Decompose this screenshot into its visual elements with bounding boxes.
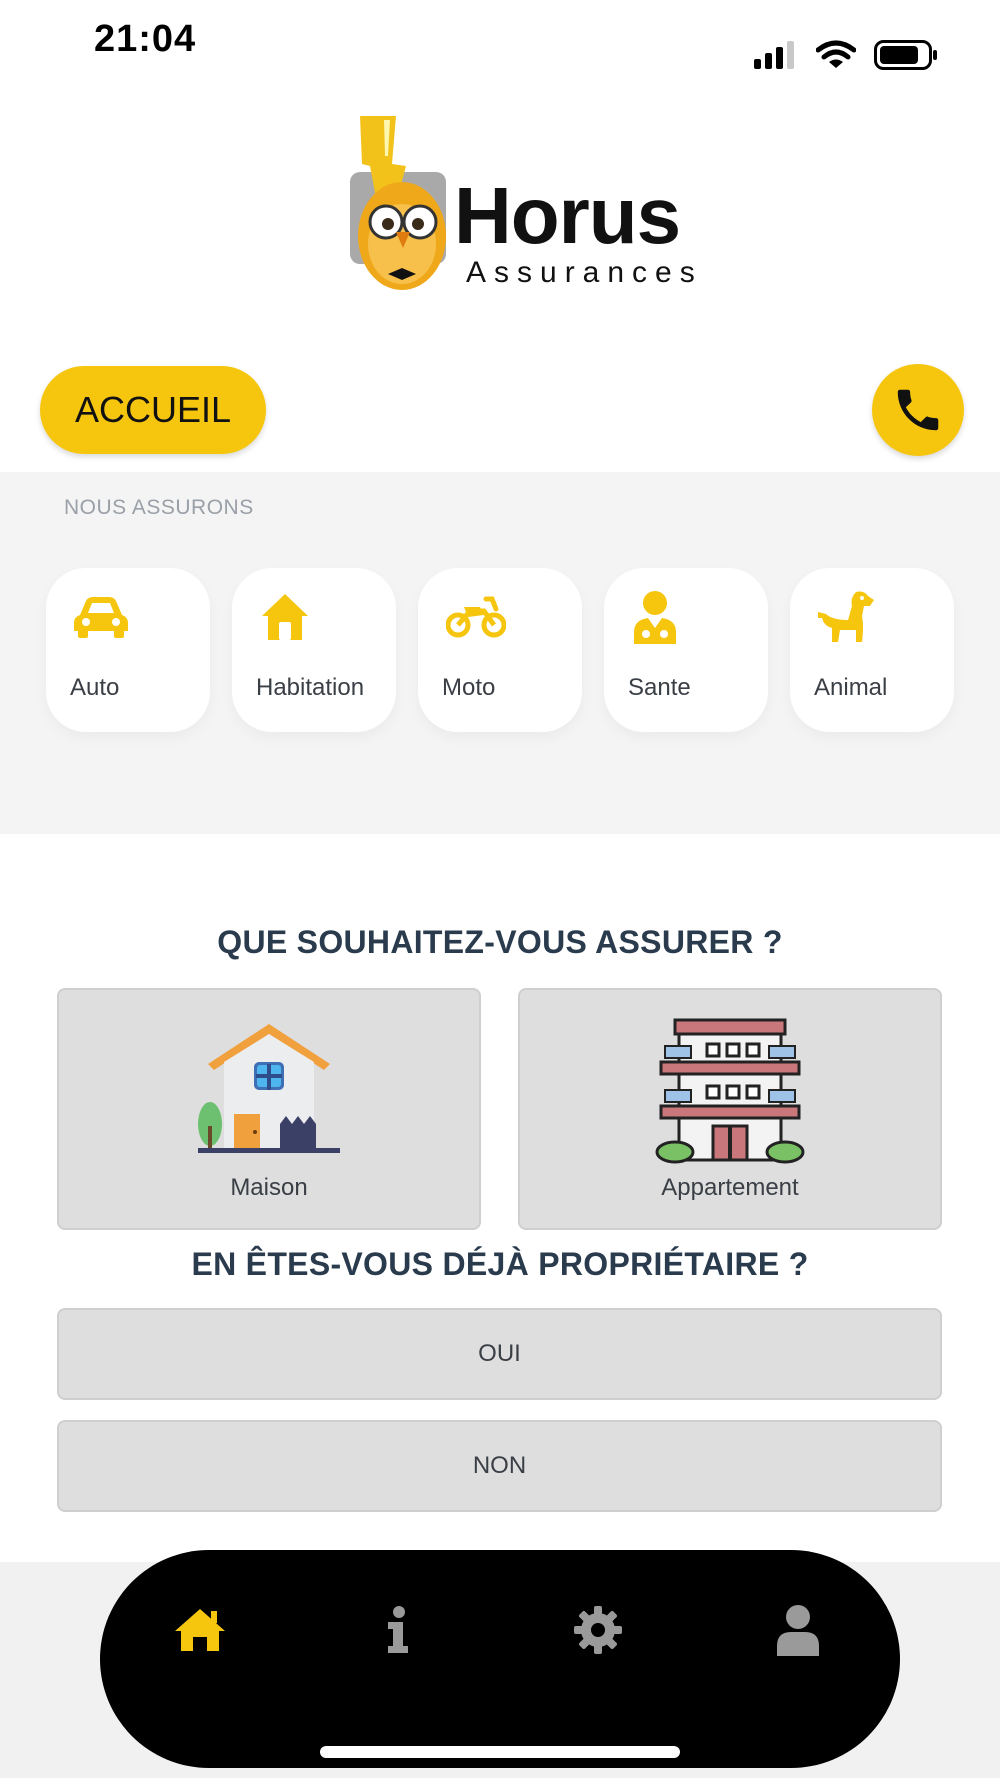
category-label: Moto: [442, 674, 496, 701]
status-time: 21:04: [94, 18, 197, 60]
bottom-navigation: [100, 1550, 900, 1768]
category-animal[interactable]: Animal: [790, 568, 954, 732]
phone-icon: [897, 389, 939, 431]
info-icon: [388, 1606, 408, 1653]
nav-settings[interactable]: [568, 1600, 628, 1660]
insurance-categories: NOUS ASSURONS Auto Habitation Moto Sante…: [0, 472, 1000, 834]
nav-profile[interactable]: [768, 1600, 828, 1660]
option-label: Maison: [230, 1174, 308, 1201]
nav-info[interactable]: [368, 1600, 428, 1660]
category-label: Auto: [70, 674, 120, 701]
categories-list: Auto Habitation Moto Sante Animal: [46, 568, 954, 732]
wifi-icon: [816, 40, 856, 68]
category-habitation[interactable]: Habitation: [232, 568, 396, 732]
home-icon: [175, 1609, 225, 1651]
question-already-owner: EN ÊTES-VOUS DÉJÀ PROPRIÉTAIRE ?: [191, 1246, 809, 1282]
doctor-icon: [632, 590, 692, 644]
option-label: Appartement: [661, 1174, 799, 1201]
brand-title: Horus: [454, 171, 681, 260]
category-label: Habitation: [256, 674, 365, 701]
option-appartement[interactable]: Appartement: [518, 988, 942, 1230]
home-indicator: [320, 1746, 680, 1758]
answer-yes-button[interactable]: OUI: [57, 1308, 942, 1400]
category-label: Animal: [814, 674, 888, 701]
brand-logo: Horus Assurances: [348, 116, 728, 296]
answer-no-button[interactable]: NON: [57, 1420, 942, 1512]
brand-subtitle: Assurances: [466, 256, 703, 289]
question-what-to-insure: QUE SOUHAITEZ-VOUS ASSURER ?: [217, 924, 783, 960]
category-sante[interactable]: Sante: [604, 568, 768, 732]
nav-home[interactable]: [170, 1600, 230, 1660]
category-label: Sante: [628, 674, 691, 701]
status-icons: [754, 40, 938, 70]
motorcycle-icon: [446, 590, 506, 644]
option-maison[interactable]: Maison: [57, 988, 481, 1230]
owl-mascot-icon: [350, 116, 446, 290]
user-icon: [777, 1605, 819, 1656]
call-button[interactable]: [872, 364, 964, 456]
dog-icon: [818, 590, 878, 644]
category-moto[interactable]: Moto: [418, 568, 582, 732]
categories-heading: NOUS ASSURONS: [64, 496, 254, 519]
apartment-building-illustration-icon: [655, 1018, 805, 1164]
car-icon: [74, 590, 134, 644]
gear-icon: [574, 1606, 622, 1654]
house-icon: [260, 590, 320, 644]
category-auto[interactable]: Auto: [46, 568, 210, 732]
house-illustration-icon: [198, 1024, 340, 1153]
battery-icon: [874, 40, 937, 70]
status-bar: 21:04: [0, 0, 1000, 90]
home-button[interactable]: ACCUEIL: [40, 366, 266, 454]
signal-icon: [754, 41, 794, 69]
